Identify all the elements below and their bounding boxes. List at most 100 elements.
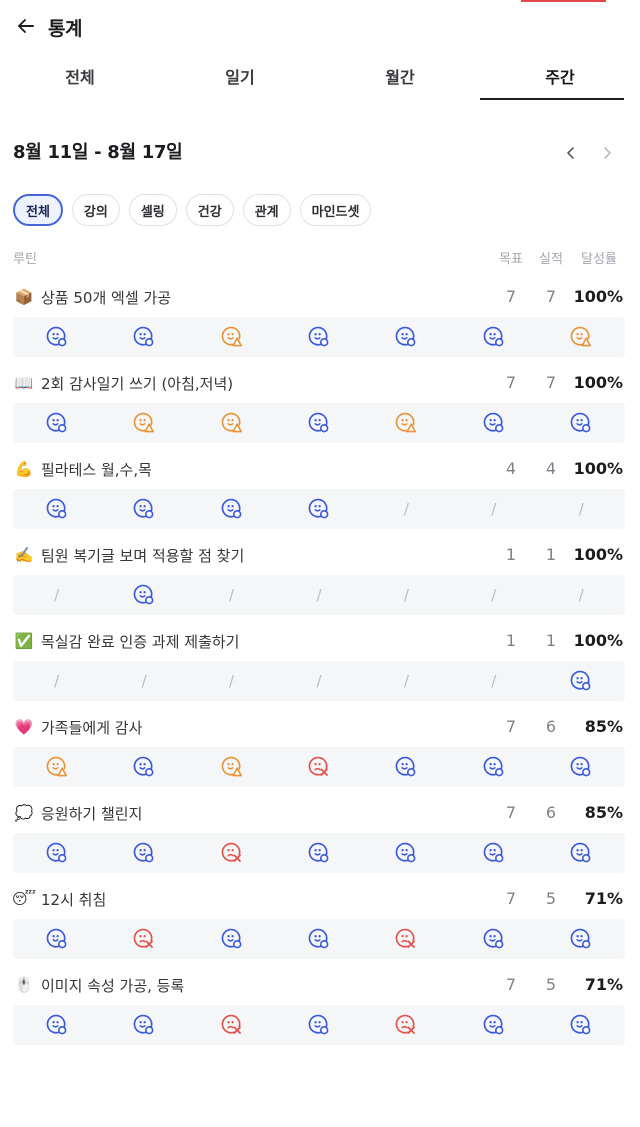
tab-bar: 전체 일기 월간 주간	[0, 56, 640, 100]
day-cell-partial[interactable]	[363, 403, 450, 443]
routine-row[interactable]: 💗 가족들에게 감사 7 6 85%	[13, 714, 625, 800]
open-book-emoji-icon: 📖	[14, 374, 34, 392]
face-partial-icon	[220, 411, 244, 435]
day-cell-success[interactable]	[450, 403, 537, 443]
face-success-icon	[132, 841, 156, 865]
day-cell-fail[interactable]	[188, 833, 275, 873]
tab-weekly[interactable]: 주간	[480, 56, 640, 100]
day-cell-success[interactable]	[538, 403, 625, 443]
day-cell-success[interactable]	[13, 317, 100, 357]
day-cell-partial[interactable]	[13, 747, 100, 787]
day-cell-success[interactable]	[275, 403, 362, 443]
day-cell-success[interactable]	[450, 919, 537, 959]
day-cell-success[interactable]	[100, 1005, 187, 1045]
day-cell-success[interactable]	[100, 489, 187, 529]
slash-icon: /	[316, 672, 322, 690]
day-cell-partial[interactable]	[188, 747, 275, 787]
routine-goal: 7	[505, 373, 517, 392]
filter-chip-relationship[interactable]: 관계	[242, 194, 291, 226]
prev-week-button[interactable]	[559, 141, 583, 165]
day-cell-success[interactable]	[275, 317, 362, 357]
day-cell-success[interactable]	[13, 833, 100, 873]
day-cell-partial[interactable]	[100, 403, 187, 443]
filter-chip-mindset[interactable]: 마인드셋	[299, 194, 372, 226]
day-cell-success[interactable]	[450, 317, 537, 357]
day-cell-success[interactable]	[275, 1005, 362, 1045]
routine-row[interactable]: 😴 12시 취침 7 5 71%	[12, 886, 625, 972]
day-cell-success[interactable]	[188, 919, 275, 959]
day-cell-fail[interactable]	[363, 1005, 450, 1045]
routine-row[interactable]: 📦 상품 50개 엑셀 가공 7 7 100%	[13, 284, 625, 370]
day-cell-success[interactable]	[100, 317, 187, 357]
day-status-strip	[13, 403, 625, 443]
routine-name: 가족들에게 감사	[41, 718, 143, 737]
filter-chip-selling[interactable]: 셀링	[128, 194, 177, 226]
day-cell-success[interactable]	[275, 919, 362, 959]
day-cell-fail[interactable]	[275, 747, 362, 787]
tab-all[interactable]: 전체	[0, 56, 160, 100]
face-success-icon	[132, 325, 156, 349]
day-cell-success[interactable]	[13, 919, 100, 959]
routine-rate: 100%	[573, 287, 623, 306]
routine-row[interactable]: ✅ 목실감 완료 인증 과제 제출하기 1 1 100% / / / / / /	[13, 628, 625, 714]
day-cell-none: /	[275, 575, 362, 615]
filter-chip-lecture[interactable]: 강의	[71, 194, 120, 226]
day-cell-partial[interactable]	[538, 317, 625, 357]
day-cell-success[interactable]	[188, 489, 275, 529]
routine-row[interactable]: ✍️ 팀원 복기글 보며 적용할 점 찾기 1 1 100% / / / / / /	[13, 542, 625, 628]
day-cell-success[interactable]	[538, 1005, 625, 1045]
face-success-icon	[569, 927, 593, 951]
day-cell-fail[interactable]	[188, 1005, 275, 1045]
day-cell-success[interactable]	[13, 1005, 100, 1045]
face-success-icon	[307, 1013, 331, 1037]
day-cell-success[interactable]	[538, 919, 625, 959]
day-cell-success[interactable]	[13, 489, 100, 529]
next-week-button[interactable]	[595, 141, 619, 165]
day-status-strip	[13, 919, 625, 959]
day-cell-none: /	[188, 575, 275, 615]
day-cell-success[interactable]	[450, 747, 537, 787]
tab-diary[interactable]: 일기	[160, 56, 320, 100]
day-status-strip: / / / / / /	[13, 661, 625, 701]
routine-goal: 7	[505, 717, 517, 736]
day-cell-success[interactable]	[100, 575, 187, 615]
tab-monthly[interactable]: 월간	[320, 56, 480, 100]
routine-rate: 100%	[573, 459, 623, 478]
routine-rate: 71%	[584, 975, 623, 994]
face-fail-icon	[394, 927, 418, 951]
day-cell-success[interactable]	[363, 833, 450, 873]
face-success-icon	[220, 497, 244, 521]
filter-chip-health[interactable]: 건강	[185, 194, 234, 226]
day-cell-none: /	[538, 489, 625, 529]
routine-row[interactable]: 💭 응원하기 챌린지 7 6 85%	[13, 800, 625, 886]
routine-row[interactable]: 💪 필라테스 월,수,목 4 4 100% / / /	[13, 456, 625, 542]
routine-row[interactable]: 🖱️ 이미지 속성 가공, 등록 7 5 71%	[13, 972, 625, 1058]
day-cell-success[interactable]	[538, 833, 625, 873]
day-status-strip: / / / / / /	[13, 575, 625, 615]
day-cell-success[interactable]	[450, 833, 537, 873]
day-cell-success[interactable]	[363, 747, 450, 787]
filter-chip-all[interactable]: 전체	[13, 194, 63, 226]
routine-rate: 85%	[584, 717, 623, 736]
day-cell-success[interactable]	[450, 1005, 537, 1045]
face-success-icon	[45, 927, 69, 951]
face-partial-icon	[45, 755, 69, 779]
day-cell-success[interactable]	[275, 489, 362, 529]
face-success-icon	[132, 497, 156, 521]
day-cell-success[interactable]	[100, 833, 187, 873]
day-cell-success[interactable]	[100, 747, 187, 787]
face-success-icon	[307, 325, 331, 349]
back-button[interactable]	[12, 12, 40, 40]
day-cell-success[interactable]	[538, 747, 625, 787]
day-cell-fail[interactable]	[363, 919, 450, 959]
day-cell-success[interactable]	[13, 403, 100, 443]
mouse-emoji-icon: 🖱️	[14, 976, 34, 994]
day-cell-success[interactable]	[275, 833, 362, 873]
day-cell-fail[interactable]	[100, 919, 187, 959]
day-cell-success[interactable]	[538, 661, 625, 701]
day-cell-partial[interactable]	[188, 317, 275, 357]
routine-row[interactable]: 📖 2회 감사일기 쓰기 (아침,저녁) 7 7 100%	[13, 370, 625, 456]
day-cell-none: /	[188, 661, 275, 701]
day-cell-success[interactable]	[363, 317, 450, 357]
day-cell-partial[interactable]	[188, 403, 275, 443]
